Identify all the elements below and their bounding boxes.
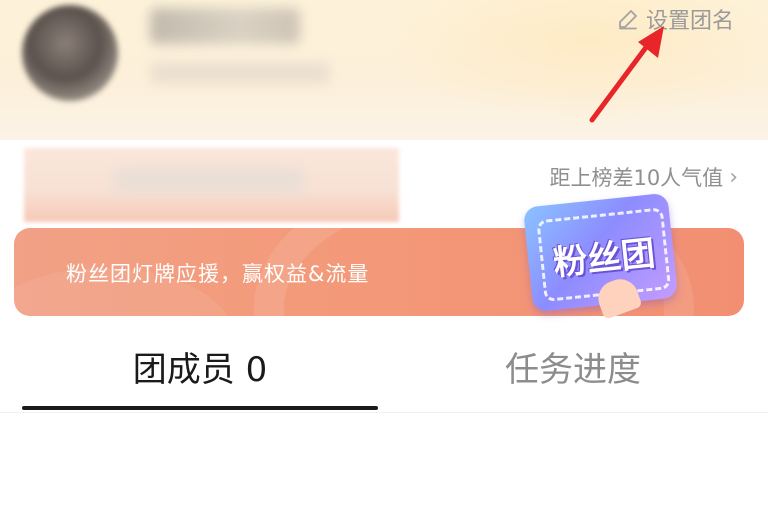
banner-text: 粉丝团灯牌应援，赢权益&流量: [66, 262, 370, 286]
rank-gap-label: 距上榜差10人气值: [549, 166, 724, 190]
profile-header: 设置团名: [0, 0, 768, 140]
rank-gap-link[interactable]: 距上榜差10人气值 ›: [549, 162, 738, 192]
tab-active-indicator: [22, 406, 378, 410]
avatar-blurred[interactable]: [22, 5, 118, 101]
divider: [0, 412, 768, 413]
group-name-blurred: [150, 8, 300, 44]
tab-members[interactable]: 团成员 0: [22, 340, 378, 400]
info-blurred-text: [114, 168, 304, 192]
badge-text: 粉丝团: [551, 232, 657, 284]
annotation-arrow: [589, 26, 664, 123]
chevron-right-icon: ›: [729, 164, 738, 190]
tab-bar: 团成员 0 任务进度: [0, 330, 768, 410]
group-subtitle-blurred: [150, 62, 330, 84]
info-blurred-area: [24, 148, 399, 222]
tab-task-progress[interactable]: 任务进度: [400, 340, 746, 400]
